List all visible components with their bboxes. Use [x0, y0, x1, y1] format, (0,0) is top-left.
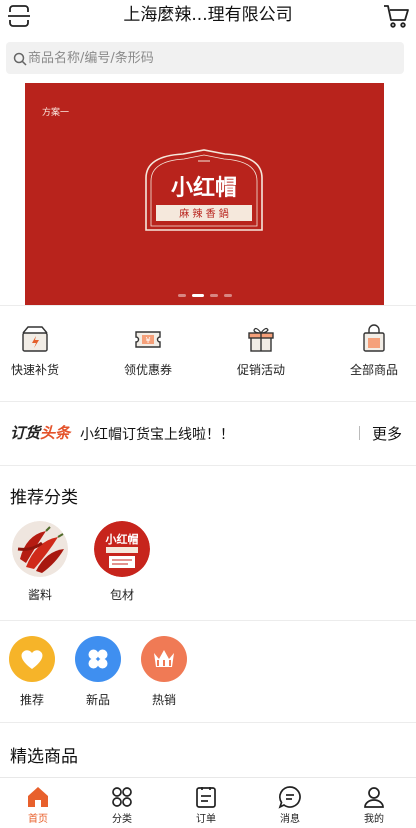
- divider: [0, 401, 416, 402]
- banner-tag: 方案一: [42, 108, 70, 118]
- headline-brand-highlight: 头条: [40, 424, 71, 442]
- all-products-label: 全部商品: [349, 363, 398, 377]
- coupon-icon: ¥: [133, 324, 163, 354]
- category-packaging-image: 小红帽: [94, 521, 150, 577]
- carousel-dot-active[interactable]: [191, 294, 204, 297]
- category-grid-icon: [110, 785, 134, 809]
- tab-orders[interactable]: 订单: [176, 778, 236, 825]
- shopping-bag-icon: [359, 324, 389, 354]
- quick-menu: 快速补货 ¥ 领优惠券 促销活动 全部商品: [0, 318, 416, 388]
- home-icon: [26, 785, 50, 809]
- promo-banner[interactable]: 方案一 小红帽 麻 辣 香 鍋: [25, 83, 384, 305]
- headline-text[interactable]: 小红帽订货宝上线啦！！: [80, 424, 234, 444]
- tab-category[interactable]: 分类: [92, 778, 152, 825]
- category-sauce-image: [12, 521, 68, 577]
- category-sauce-label: 酱料: [27, 588, 52, 602]
- clover-icon: [75, 636, 121, 682]
- tag-hot-label: 热销: [151, 693, 176, 707]
- tab-messages[interactable]: 消息: [260, 778, 320, 825]
- message-bubble-icon: [278, 785, 302, 809]
- carousel-dot[interactable]: [209, 294, 218, 297]
- header: 上海麼辣...理有限公司: [0, 0, 416, 36]
- category-packaging-label: 包材: [109, 588, 134, 602]
- carousel-dot[interactable]: [223, 294, 232, 297]
- crown-icon: [141, 636, 187, 682]
- divider: [0, 305, 416, 306]
- restock-box-icon: [20, 324, 50, 354]
- heart-icon: [9, 636, 55, 682]
- tab-me[interactable]: 我的: [344, 778, 404, 825]
- tag-new-label: 新品: [85, 693, 110, 707]
- headline-brand: 订货头条: [10, 422, 70, 443]
- tag-hot[interactable]: 热销: [136, 636, 192, 708]
- gift-box-icon: [246, 324, 276, 354]
- divider: [0, 722, 416, 723]
- promotions-button[interactable]: 促销活动: [221, 318, 301, 378]
- divider: [0, 620, 416, 621]
- get-coupon-button[interactable]: ¥ 领优惠券: [108, 318, 188, 378]
- more-link[interactable]: 更多: [372, 423, 402, 444]
- tab-category-label: 分类: [112, 814, 132, 825]
- svg-text:¥: ¥: [145, 336, 150, 345]
- svg-text:麻 辣 香 鍋: 麻 辣 香 鍋: [179, 207, 229, 220]
- svg-text:小红帽: 小红帽: [105, 532, 139, 546]
- tag-recommended[interactable]: 推荐: [4, 636, 60, 708]
- search-icon: [13, 51, 27, 66]
- divider: [0, 465, 416, 466]
- svg-text:小红帽: 小红帽: [171, 175, 237, 201]
- carousel-indicator[interactable]: [25, 294, 384, 297]
- user-icon: [362, 785, 386, 809]
- category-packaging[interactable]: 小红帽 包材: [87, 521, 157, 603]
- headline-separator: [359, 426, 360, 440]
- headline-brand-prefix: 订货: [10, 424, 41, 442]
- get-coupon-label: 领优惠券: [123, 363, 172, 377]
- category-sauce[interactable]: 酱料: [5, 521, 75, 603]
- tab-home[interactable]: 首页: [8, 778, 68, 825]
- news-headline-bar[interactable]: 订货头条 小红帽订货宝上线啦！！ 更多: [0, 417, 416, 449]
- page-title: 上海麼辣...理有限公司: [123, 5, 293, 25]
- recommended-title: 推荐分类: [10, 488, 78, 508]
- all-products-button[interactable]: 全部商品: [334, 318, 414, 378]
- carousel-dot[interactable]: [177, 294, 186, 297]
- scan-frame-icon[interactable]: [6, 3, 32, 29]
- tag-new[interactable]: 新品: [70, 636, 126, 708]
- quick-restock-button[interactable]: 快速补货: [0, 318, 75, 378]
- tab-orders-label: 订单: [196, 814, 216, 825]
- tab-messages-label: 消息: [280, 814, 300, 825]
- tab-home-label: 首页: [28, 814, 48, 825]
- order-list-icon: [194, 785, 218, 809]
- tab-me-label: 我的: [364, 814, 384, 825]
- brand-logo: 小红帽 麻 辣 香 鍋: [145, 149, 263, 231]
- search-bar[interactable]: [6, 42, 404, 74]
- shopping-cart-icon[interactable]: [382, 2, 410, 30]
- promotions-label: 促销活动: [236, 363, 285, 377]
- featured-title: 精选商品: [10, 747, 78, 767]
- search-input[interactable]: [28, 42, 388, 74]
- quick-restock-label: 快速补货: [10, 363, 59, 377]
- bottom-tab-bar: 首页 分类 订单 消息 我的: [0, 777, 416, 828]
- tag-recommended-label: 推荐: [19, 693, 44, 707]
